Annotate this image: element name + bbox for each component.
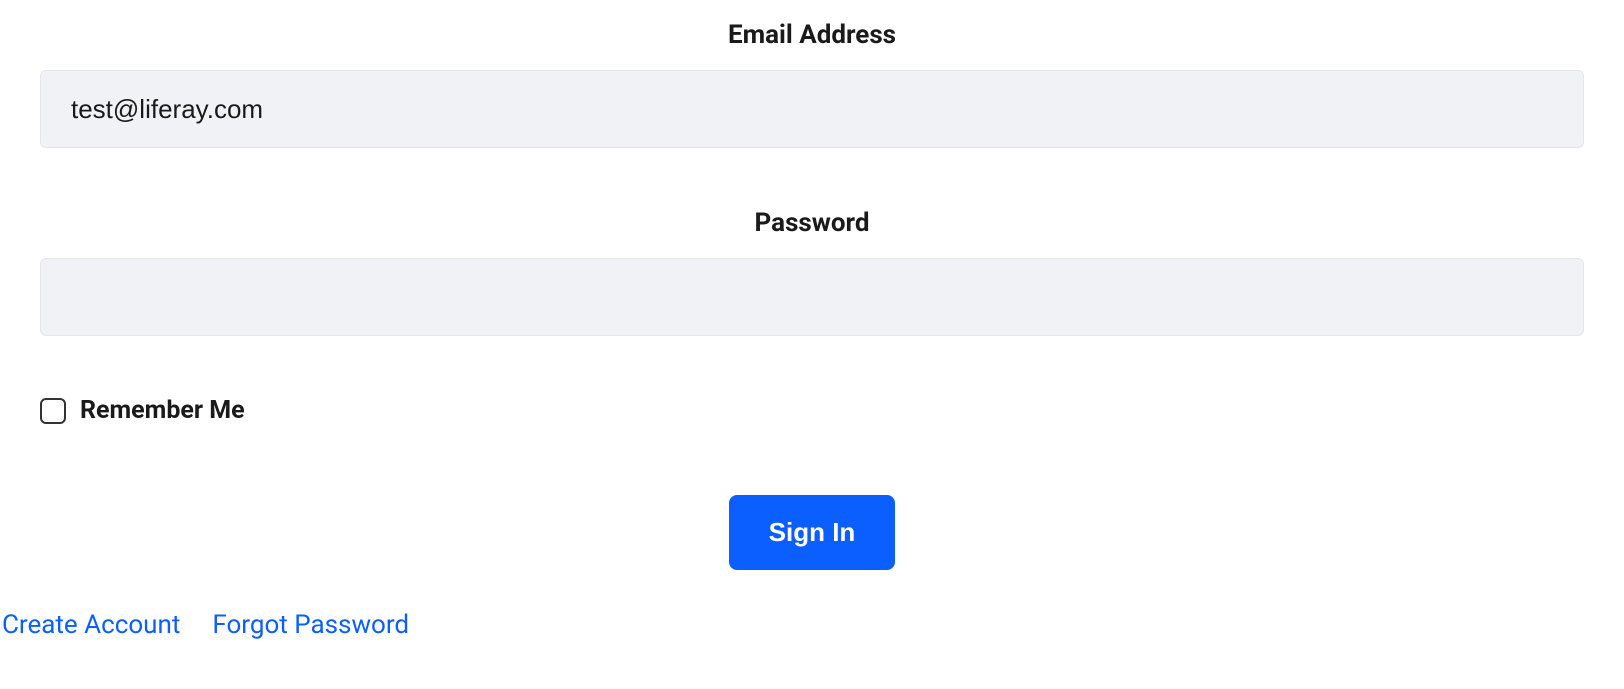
create-account-link[interactable]: Create Account bbox=[2, 610, 180, 640]
remember-group: Remember Me bbox=[40, 396, 1584, 425]
login-form: Email Address Password Remember Me Sign … bbox=[0, 20, 1624, 640]
remember-label[interactable]: Remember Me bbox=[80, 396, 245, 425]
forgot-password-link[interactable]: Forgot Password bbox=[212, 610, 409, 640]
button-row: Sign In bbox=[0, 495, 1624, 570]
email-label: Email Address bbox=[0, 20, 1624, 50]
email-group: Email Address bbox=[0, 20, 1624, 148]
password-label: Password bbox=[0, 208, 1624, 238]
email-input[interactable] bbox=[40, 70, 1584, 148]
password-input[interactable] bbox=[40, 258, 1584, 336]
links-row: Create Account Forgot Password bbox=[0, 610, 1624, 640]
password-group: Password bbox=[0, 208, 1624, 336]
remember-checkbox[interactable] bbox=[40, 398, 66, 424]
signin-button[interactable]: Sign In bbox=[729, 495, 896, 570]
